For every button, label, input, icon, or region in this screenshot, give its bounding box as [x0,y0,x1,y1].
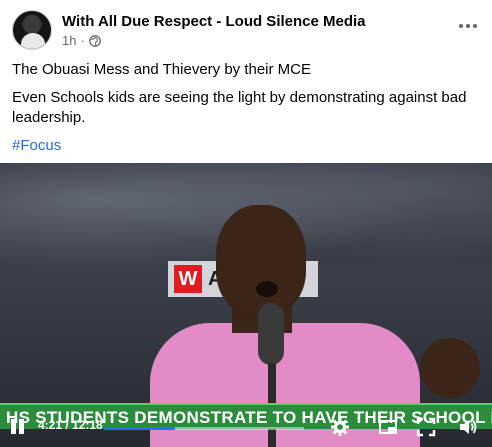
post-time[interactable]: 1h [62,33,76,48]
volume-icon[interactable] [458,417,478,437]
page-name[interactable]: With All Due Respect - Loud Silence Medi… [62,13,366,30]
more-icon [459,24,463,28]
progress-fill [104,427,175,430]
pause-icon-bar [19,419,24,434]
hashtag-link[interactable]: #Focus [12,137,61,154]
post-title-line: The Obuasi Mess and Thievery by their MC… [12,61,312,78]
fullscreen-icon[interactable] [416,417,436,437]
more-options-button[interactable] [456,16,480,36]
video-controls: 4:21 / 12:18 [0,407,492,447]
post-text: The Obuasi Mess and Thievery by their MC… [12,60,480,164]
miniplayer-icon[interactable] [378,417,398,437]
post-body-line: Even Schools kids are seeing the light b… [12,89,467,126]
microphone [258,303,284,365]
post-meta: 1h · [62,33,101,48]
post-header: With All Due Respect - Loud Silence Medi… [12,10,480,52]
more-icon-dot [473,24,477,28]
meta-separator: · [80,33,85,48]
settings-icon[interactable] [330,417,350,437]
time-display: 4:21 / 12:18 [38,418,103,432]
speaker-hand [420,338,480,398]
speaker-head [216,205,306,315]
pause-icon [11,419,16,434]
video-player[interactable]: W A HS STUDENTS DEMONSTRATE TO HAVE THEI… [0,163,492,447]
pause-button[interactable] [9,417,27,437]
progress-bar[interactable] [104,427,304,430]
avatar[interactable] [12,10,52,50]
globe-icon[interactable] [88,34,101,47]
logo-mark: W [174,265,202,293]
speaker-mouth [256,281,278,297]
more-icon-dot [466,24,470,28]
